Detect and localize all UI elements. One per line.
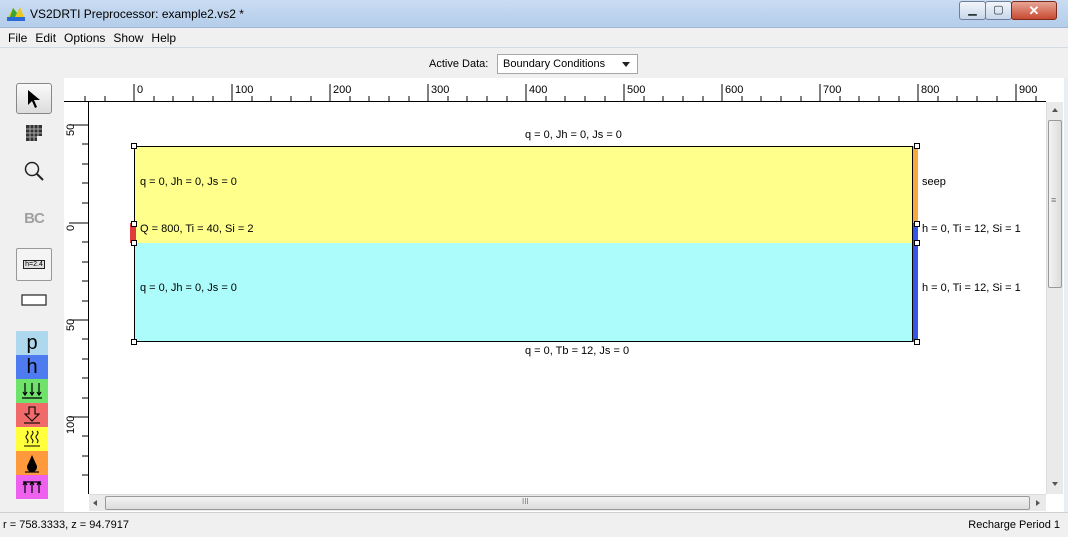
right-lower-boundary-label: h = 0, Ti = 12, Si = 1 — [922, 282, 1021, 294]
top-boundary-label: q = 0, Jh = 0, Js = 0 — [525, 129, 622, 141]
minimize-icon: ▁ — [968, 4, 977, 16]
horizontal-scroll-thumb[interactable]: III — [105, 496, 1030, 510]
active-data-value: Boundary Conditions — [503, 58, 606, 70]
head-value-label: h=2.4 — [23, 260, 45, 269]
ruler-x-label: 100 — [235, 84, 254, 96]
bc-flux-button[interactable] — [16, 379, 48, 403]
vertex-handle[interactable] — [131, 240, 137, 246]
close-button[interactable]: ✕ — [1011, 1, 1057, 20]
ruler-z-label: 0 — [65, 224, 77, 231]
ruler-x-label: 400 — [529, 84, 548, 96]
ruler-x-label: 900 — [1019, 84, 1038, 96]
model-domain-view[interactable]: q = 0, Jh = 0, Js = 0 q = 0, Jh = 0, Js … — [89, 102, 1046, 494]
menu-options[interactable]: Options — [60, 31, 109, 45]
scroll-grip-icon: III — [522, 497, 529, 506]
bc-evaporation-button[interactable] — [16, 427, 48, 451]
head-label: h — [26, 355, 38, 378]
evaporation-icon — [24, 430, 40, 447]
zoom-tool-button[interactable] — [16, 158, 52, 184]
source-boundary-label: Q = 800, Ti = 40, Si = 2 — [140, 223, 254, 235]
cursor-coordinates: r = 758.3333, z = 94.7917 — [3, 519, 129, 531]
ruler-z-label: 100 — [65, 415, 77, 434]
vertex-handle[interactable] — [914, 339, 920, 345]
scroll-grip-icon: ≡ — [1051, 195, 1057, 205]
scroll-up-icon[interactable] — [1052, 108, 1058, 112]
bc-ponding-button[interactable] — [16, 475, 48, 499]
window-title: VS2DRTI Preprocessor: example2.vs2 * — [30, 7, 244, 21]
maximize-button[interactable]: ▢ — [985, 1, 1012, 20]
bottom-boundary-label: q = 0, Tb = 12, Js = 0 — [525, 345, 630, 357]
horizontal-scrollbar[interactable]: III — [89, 494, 1046, 511]
seepage-face-boundary[interactable] — [912, 146, 918, 223]
scroll-left-icon[interactable] — [93, 500, 97, 506]
scroll-right-icon[interactable] — [1036, 500, 1040, 506]
vertex-handle[interactable] — [914, 143, 920, 149]
vertex-handle[interactable] — [914, 221, 920, 227]
ruler-x-label: 200 — [333, 84, 352, 96]
vertex-handle[interactable] — [131, 143, 137, 149]
ruler-z-label: 50 — [65, 318, 77, 331]
drop-icon — [25, 455, 39, 473]
bc-drain-button[interactable] — [16, 451, 48, 475]
active-data-dropdown[interactable]: Boundary Conditions — [497, 54, 638, 74]
ruler-x-label: 0 — [137, 84, 144, 96]
active-data-label: Active Data: — [429, 58, 489, 70]
scroll-down-icon[interactable] — [1052, 482, 1058, 486]
horizontal-ruler-ticks — [84, 84, 1037, 102]
ruler-x-label: 700 — [823, 84, 842, 96]
pressure-label: p — [26, 331, 38, 354]
vertical-scrollbar[interactable]: ≡ — [1046, 102, 1063, 494]
recharge-period-status: Recharge Period 1 — [968, 519, 1060, 531]
mesh-tool-button[interactable] — [16, 120, 52, 146]
horizontal-ruler: 0 100 200 300 400 500 600 700 800 900 — [64, 78, 1046, 102]
ponding-icon — [22, 480, 42, 493]
ruler-x-label: 800 — [921, 84, 940, 96]
ruler-x-label: 300 — [431, 84, 450, 96]
ruler-x-label: 600 — [725, 84, 744, 96]
app-logo-icon — [7, 7, 25, 21]
seep-boundary-label: seep — [922, 176, 946, 188]
bc-tool-button[interactable]: BC — [16, 205, 52, 231]
head-value-tool-button[interactable]: h=2.4 — [16, 248, 52, 281]
vertex-handle[interactable] — [131, 221, 137, 227]
menu-edit[interactable]: Edit — [31, 31, 60, 45]
flux-arrows-icon — [22, 383, 42, 399]
menu-show[interactable]: Show — [109, 31, 147, 45]
ruler-x-label: 500 — [627, 84, 646, 96]
rectangle-tool-button[interactable] — [16, 287, 52, 313]
ruler-z-label: 50 — [65, 123, 77, 136]
vertex-handle[interactable] — [131, 339, 137, 345]
vertical-ruler: 50 0 50 100 — [64, 102, 89, 494]
domain-outline — [134, 146, 917, 342]
close-icon: ✕ — [1028, 3, 1040, 18]
bc-head-button[interactable]: h — [16, 355, 48, 379]
minimize-button[interactable]: ▁ — [959, 1, 986, 20]
menu-bar: File Edit Options Show Help — [0, 28, 1068, 48]
status-bar: r = 758.3333, z = 94.7917 Recharge Perio… — [0, 512, 1068, 537]
mesh-grid-icon — [26, 125, 43, 142]
select-tool-button[interactable] — [16, 83, 52, 114]
menu-file[interactable]: File — [4, 31, 31, 45]
rectangle-icon — [21, 294, 47, 306]
maximize-icon: ▢ — [993, 4, 1004, 16]
left-upper-boundary-label: q = 0, Jh = 0, Js = 0 — [140, 176, 237, 188]
vertical-ruler-ticks — [69, 124, 89, 476]
chevron-down-icon — [622, 62, 630, 67]
left-lower-boundary-label: q = 0, Jh = 0, Js = 0 — [140, 282, 237, 294]
right-mid-boundary-label: h = 0, Ti = 12, Si = 1 — [922, 223, 1021, 235]
down-arrow-icon — [23, 406, 41, 424]
bc-seepage-button[interactable] — [16, 403, 48, 427]
vertex-handle[interactable] — [914, 240, 920, 246]
arrow-pointer-icon — [28, 89, 40, 108]
magnifier-icon — [24, 161, 44, 181]
bc-pressure-button[interactable]: p — [16, 331, 48, 355]
vertical-scroll-thumb[interactable]: ≡ — [1048, 120, 1062, 288]
menu-help[interactable]: Help — [147, 31, 180, 45]
title-bar: VS2DRTI Preprocessor: example2.vs2 * ▁ ▢… — [0, 0, 1068, 28]
